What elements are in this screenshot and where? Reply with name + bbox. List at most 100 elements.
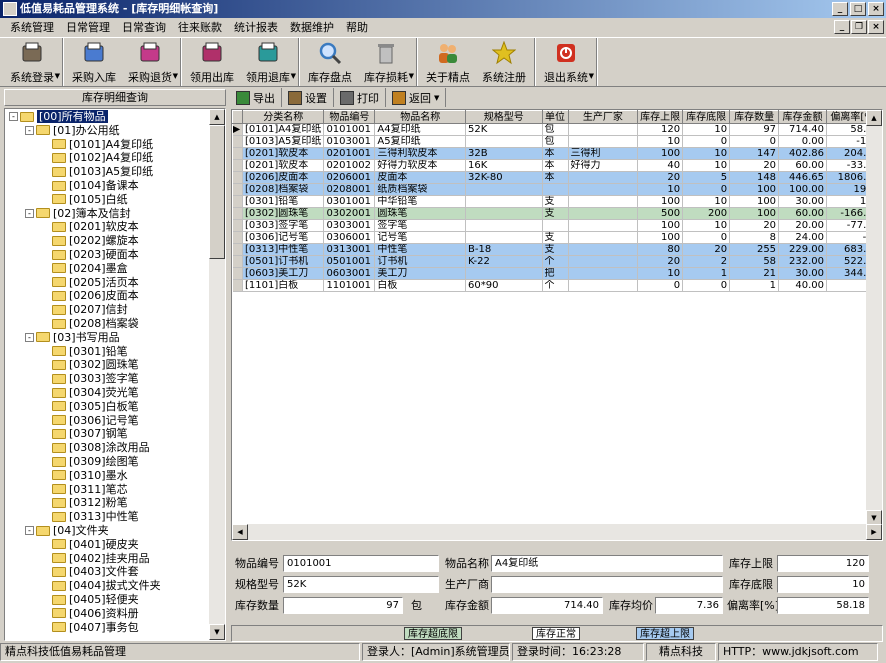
table-row[interactable]: [0201]软皮本 0201002 好得力软皮本 16K 本好得力 40 10 20 60.00… bbox=[232, 159, 882, 172]
menu-item-5[interactable]: 数据维护 bbox=[284, 18, 340, 37]
scroll-up-button[interactable]: ▲ bbox=[209, 109, 225, 125]
column-header[interactable]: 分类名称 bbox=[241, 110, 325, 124]
maximize-button[interactable]: □ bbox=[850, 2, 866, 16]
column-header[interactable]: 生产厂家 bbox=[567, 110, 639, 124]
tree-node[interactable]: [0312]粉笔 bbox=[41, 496, 128, 509]
maker-field[interactable] bbox=[491, 576, 723, 593]
toolbar-button-4[interactable]: 领用退库 ▼ bbox=[240, 38, 296, 86]
tree-node[interactable]: [0310]墨水 bbox=[41, 469, 128, 482]
tree-node[interactable]: - [01]办公用纸 bbox=[25, 124, 120, 137]
minimize-button[interactable]: _ bbox=[832, 2, 848, 16]
upper-field[interactable]: 120 bbox=[777, 555, 869, 572]
table-row[interactable]: [0313]中性笔 0313001 中性笔 B-18 支 80 20 255 229.00 683… bbox=[232, 243, 882, 256]
column-header[interactable]: 物品名称 bbox=[374, 110, 467, 124]
column-header[interactable]: 物品编号 bbox=[323, 110, 376, 124]
table-row[interactable]: [0303]签字笔 0303001 签字笔 100 10 20 20.00 -77.78 bbox=[232, 219, 882, 232]
menu-item-0[interactable]: 系统管理 bbox=[4, 18, 60, 37]
tree-node[interactable]: - [03]书写用品 bbox=[25, 331, 120, 344]
dropdown-arrow-icon[interactable]: ▼ bbox=[434, 94, 439, 102]
qty-field[interactable]: 97 bbox=[283, 597, 403, 614]
name-field[interactable]: A4复印纸 bbox=[491, 555, 723, 572]
toolbar-button-2[interactable]: 采购退货 ▼ bbox=[122, 38, 178, 86]
toolbar-button-1[interactable]: 采购入库 bbox=[66, 38, 122, 86]
collapse-icon[interactable]: - bbox=[25, 125, 34, 135]
tree-node[interactable]: [0203]硬面本 bbox=[41, 248, 139, 261]
tree-node[interactable]: [0307]钢笔 bbox=[41, 427, 128, 440]
table-row[interactable]: [0201]软皮本 0201001 三得利软皮本 32B 本三得利 100 10 147 402… bbox=[232, 147, 882, 160]
tree-node[interactable]: [0306]记号笔 bbox=[41, 414, 139, 427]
mdi-minimize-button[interactable]: _ bbox=[834, 20, 850, 34]
menu-item-1[interactable]: 日常管理 bbox=[60, 18, 116, 37]
collapse-icon[interactable]: - bbox=[25, 208, 34, 218]
amount-field[interactable]: 714.40 bbox=[491, 597, 603, 614]
toolbar-button-9[interactable]: 退出系统 ▼ bbox=[538, 38, 594, 86]
column-header[interactable]: 库存数量 bbox=[729, 110, 780, 124]
scroll-down-button[interactable]: ▼ bbox=[209, 624, 225, 640]
column-header[interactable]: 库存上限 bbox=[637, 110, 684, 124]
menu-item-3[interactable]: 往来账款 bbox=[172, 18, 228, 37]
tree-node[interactable]: [0208]档案袋 bbox=[41, 317, 139, 330]
table-row[interactable]: [0603]美工刀 0603001 美工刀把 10 1 21 30.00 344.44 bbox=[232, 267, 882, 280]
dropdown-arrow-icon[interactable]: ▼ bbox=[55, 72, 60, 80]
tree-node[interactable]: [0404]拔式文件夹 bbox=[41, 579, 161, 592]
toolbar-button-6[interactable]: 库存损耗 ▼ bbox=[358, 38, 414, 86]
tree-node[interactable]: - [04]文件夹 bbox=[25, 524, 109, 537]
tree-scrollbar[interactable]: ▲ ▼ bbox=[209, 109, 225, 640]
table-row[interactable]: [0306]记号笔0306001记号笔支1000824.00-84 bbox=[232, 231, 882, 244]
table-row[interactable]: [0501]订书机 0501001 订书机 K-22 个 20 2 58 232.00 522.2… bbox=[232, 255, 882, 268]
tree-node[interactable]: [0206]皮面本 bbox=[41, 289, 139, 302]
tree-node[interactable]: [0311]笔芯 bbox=[41, 483, 128, 496]
tree-node[interactable]: [0402]挂夹用品 bbox=[41, 552, 150, 565]
table-row[interactable]: [0208]档案袋0208001纸质档案袋100100100.001900 bbox=[232, 183, 882, 196]
mdi-close-button[interactable]: × bbox=[868, 20, 884, 34]
tree-node[interactable]: [0205]活页本 bbox=[41, 276, 139, 289]
close-button[interactable]: × bbox=[868, 2, 884, 16]
table-row[interactable]: [1101]白板1101001白板60*90个00140.000 bbox=[232, 279, 882, 292]
menu-item-2[interactable]: 日常查询 bbox=[116, 18, 172, 37]
collapse-icon[interactable]: - bbox=[25, 332, 34, 342]
scroll-thumb[interactable] bbox=[209, 125, 225, 259]
tree-node[interactable]: [0308]涂改用品 bbox=[41, 441, 150, 454]
grid-scroll-left[interactable]: ◀ bbox=[232, 524, 248, 540]
tree-node[interactable]: [0103]A5复印纸 bbox=[41, 165, 153, 178]
tree-node[interactable]: [0101]A4复印纸 bbox=[41, 138, 153, 151]
tree-node[interactable]: [0305]白板笔 bbox=[41, 400, 139, 413]
toolbar-button-8[interactable]: 系统注册 bbox=[476, 38, 532, 86]
tree-node[interactable]: [0102]A4复印纸 bbox=[41, 151, 153, 164]
collapse-icon[interactable]: - bbox=[25, 526, 34, 535]
tree-node[interactable]: [0105]白纸 bbox=[41, 193, 128, 206]
dropdown-arrow-icon[interactable]: ▼ bbox=[409, 72, 414, 80]
collapse-icon[interactable]: - bbox=[9, 112, 18, 121]
menu-item-6[interactable]: 帮助 bbox=[340, 18, 374, 37]
column-header[interactable]: 单位 bbox=[541, 110, 569, 124]
tree-node[interactable]: [0405]轻便夹 bbox=[41, 593, 139, 606]
grid-hscrollbar[interactable]: ◀ ▶ bbox=[232, 524, 882, 540]
tree-node[interactable]: [0303]签字笔 bbox=[41, 372, 139, 385]
grid-vscrollbar[interactable]: ▲ ▼ bbox=[866, 110, 882, 526]
code-field[interactable]: 0101001 bbox=[283, 555, 439, 572]
dropdown-arrow-icon[interactable]: ▼ bbox=[589, 72, 594, 80]
tree-node[interactable]: [0104]备课本 bbox=[41, 179, 139, 192]
dropdown-arrow-icon[interactable]: ▼ bbox=[291, 72, 296, 80]
dropdown-arrow-icon[interactable]: ▼ bbox=[173, 72, 178, 80]
tree-node[interactable]: [0406]资料册 bbox=[41, 607, 139, 620]
table-row[interactable]: [0206]皮面本 0206001 皮面本 32K-80 本 20 5 148 446.65 18… bbox=[232, 171, 882, 184]
tree-node[interactable]: [0403]文件套 bbox=[41, 565, 139, 578]
tree-node[interactable]: [0301]铅笔 bbox=[41, 345, 128, 358]
tree-node[interactable]: [0309]绘图笔 bbox=[41, 455, 139, 468]
tree-node[interactable]: [0302]圆珠笔 bbox=[41, 358, 139, 371]
toolbar-button-0[interactable]: 系统登录 ▼ bbox=[4, 38, 60, 86]
column-header[interactable]: 库存底限 bbox=[682, 110, 731, 124]
toolbar-button-7[interactable]: 关于精点 bbox=[420, 38, 476, 86]
tree-node[interactable]: [0202]螺旋本 bbox=[41, 234, 139, 247]
toolbar-button-5[interactable]: 库存盘点 bbox=[302, 38, 358, 86]
tree-node[interactable]: [0207]信封 bbox=[41, 303, 128, 316]
grid-scroll-right[interactable]: ▶ bbox=[866, 524, 882, 540]
grid-toolbar-button-1[interactable]: 设置 bbox=[282, 88, 334, 107]
tree-node[interactable]: [0401]硬皮夹 bbox=[41, 538, 139, 551]
tree-node[interactable]: [0304]荧光笔 bbox=[41, 386, 139, 399]
grid-toolbar-button-0[interactable]: 导出 bbox=[230, 88, 282, 107]
table-row[interactable]: [0301]铅笔0301001中华铅笔支1001010030.00100 bbox=[232, 195, 882, 208]
tree-node[interactable]: [0407]事务包 bbox=[41, 621, 139, 634]
table-row[interactable]: ▶ [0101]A4复印纸 0101001 A4复印纸 52K 包 120 10 97 714.4… bbox=[232, 123, 882, 136]
